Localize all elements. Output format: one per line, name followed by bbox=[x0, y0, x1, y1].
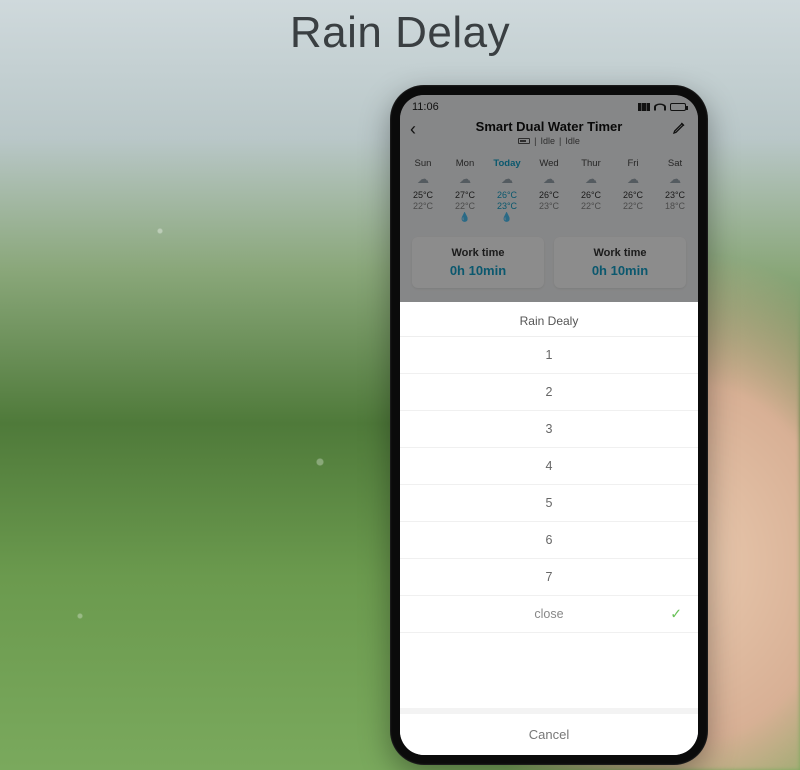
cancel-button[interactable]: Cancel bbox=[400, 708, 698, 755]
card-value: 0h 10min bbox=[554, 263, 686, 278]
temp-high: 26°C bbox=[612, 190, 654, 200]
day-label: Thur bbox=[570, 158, 612, 169]
temp-low: 18°C bbox=[654, 201, 696, 211]
delay-option[interactable]: 1 bbox=[400, 337, 698, 374]
delay-option[interactable]: 6 bbox=[400, 522, 698, 559]
app-background-dimmed: 11:06 ‹ Smart Dual Water Timer | Idle | bbox=[400, 95, 698, 302]
status-2: Idle bbox=[565, 136, 580, 146]
work-time-card[interactable]: Work time 0h 10min bbox=[412, 237, 544, 288]
status-bar: 11:06 bbox=[400, 95, 698, 115]
signal-icon bbox=[638, 103, 650, 111]
day-label: Fri bbox=[612, 158, 654, 169]
rain-drop-icon: 💧 bbox=[444, 212, 486, 223]
delay-option[interactable]: 4 bbox=[400, 448, 698, 485]
temp-low: 22°C bbox=[570, 201, 612, 211]
weather-icon: ☁ bbox=[417, 172, 429, 186]
delay-option[interactable]: 7 bbox=[400, 559, 698, 596]
temp-low: 23°C bbox=[486, 201, 528, 211]
forecast-day[interactable]: Today ☁ 26°C23°C💧 bbox=[486, 158, 528, 223]
status-1: Idle bbox=[540, 136, 555, 146]
weather-icon: ☁ bbox=[501, 172, 513, 186]
card-title: Work time bbox=[412, 247, 544, 259]
back-icon[interactable]: ‹ bbox=[410, 119, 416, 140]
app-title: Smart Dual Water Timer bbox=[400, 119, 698, 134]
forecast-day[interactable]: Mon ☁ 27°C22°C💧 bbox=[444, 158, 486, 223]
forecast-day[interactable]: Sun ☁ 25°C22°C bbox=[402, 158, 444, 223]
temp-low: 23°C bbox=[528, 201, 570, 211]
temp-high: 27°C bbox=[444, 190, 486, 200]
day-label: Sun bbox=[402, 158, 444, 169]
forecast-day[interactable]: Sat ☁ 23°C18°C bbox=[654, 158, 696, 223]
forecast-row: Sun☁25°C22°CMon☁27°C22°C💧Today☁26°C23°C💧… bbox=[400, 152, 698, 227]
day-label: Sat bbox=[654, 158, 696, 169]
forecast-day[interactable]: Wed ☁ 26°C23°C bbox=[528, 158, 570, 223]
temp-low: 22°C bbox=[402, 201, 444, 211]
device-status: | Idle | Idle bbox=[400, 136, 698, 146]
marketing-background: Rain Delay 11:06 ‹ Smart Dual Water Time… bbox=[0, 0, 800, 770]
day-label: Wed bbox=[528, 158, 570, 169]
day-label: Mon bbox=[444, 158, 486, 169]
edit-icon[interactable] bbox=[672, 119, 688, 135]
delay-option[interactable]: 3 bbox=[400, 411, 698, 448]
phone-screen: 11:06 ‹ Smart Dual Water Timer | Idle | bbox=[400, 95, 698, 755]
app-header: ‹ Smart Dual Water Timer | Idle | Idle bbox=[400, 115, 698, 152]
temp-high: 25°C bbox=[402, 190, 444, 200]
page-title: Rain Delay bbox=[0, 8, 800, 58]
sheet-options: 1234567close✓ bbox=[400, 337, 698, 708]
rain-delay-sheet: Rain Dealy 1234567close✓ Cancel bbox=[400, 302, 698, 755]
day-label: Today bbox=[486, 158, 528, 169]
phone-frame: 11:06 ‹ Smart Dual Water Timer | Idle | bbox=[390, 85, 708, 765]
weather-icon: ☁ bbox=[669, 172, 681, 186]
delay-option[interactable]: 5 bbox=[400, 485, 698, 522]
delay-option[interactable]: close✓ bbox=[400, 596, 698, 633]
temp-high: 23°C bbox=[654, 190, 696, 200]
forecast-day[interactable]: Thur ☁ 26°C22°C bbox=[570, 158, 612, 223]
delay-option[interactable]: 2 bbox=[400, 374, 698, 411]
temp-low: 22°C bbox=[612, 201, 654, 211]
device-battery-icon bbox=[518, 138, 530, 144]
weather-icon: ☁ bbox=[459, 172, 471, 186]
weather-icon: ☁ bbox=[543, 172, 555, 186]
status-time: 11:06 bbox=[412, 101, 439, 113]
weather-icon: ☁ bbox=[627, 172, 639, 186]
cards-row: Work time 0h 10min Work time 0h 10min bbox=[400, 227, 698, 302]
weather-icon: ☁ bbox=[585, 172, 597, 186]
work-time-card[interactable]: Work time 0h 10min bbox=[554, 237, 686, 288]
temp-low: 22°C bbox=[444, 201, 486, 211]
battery-icon bbox=[670, 103, 686, 111]
temp-high: 26°C bbox=[570, 190, 612, 200]
temp-high: 26°C bbox=[486, 190, 528, 200]
forecast-day[interactable]: Fri ☁ 26°C22°C bbox=[612, 158, 654, 223]
check-icon: ✓ bbox=[670, 606, 682, 623]
card-title: Work time bbox=[554, 247, 686, 259]
sheet-title: Rain Dealy bbox=[400, 302, 698, 337]
temp-high: 26°C bbox=[528, 190, 570, 200]
wifi-icon bbox=[654, 104, 666, 111]
card-value: 0h 10min bbox=[412, 263, 544, 278]
rain-drop-icon: 💧 bbox=[486, 212, 528, 223]
